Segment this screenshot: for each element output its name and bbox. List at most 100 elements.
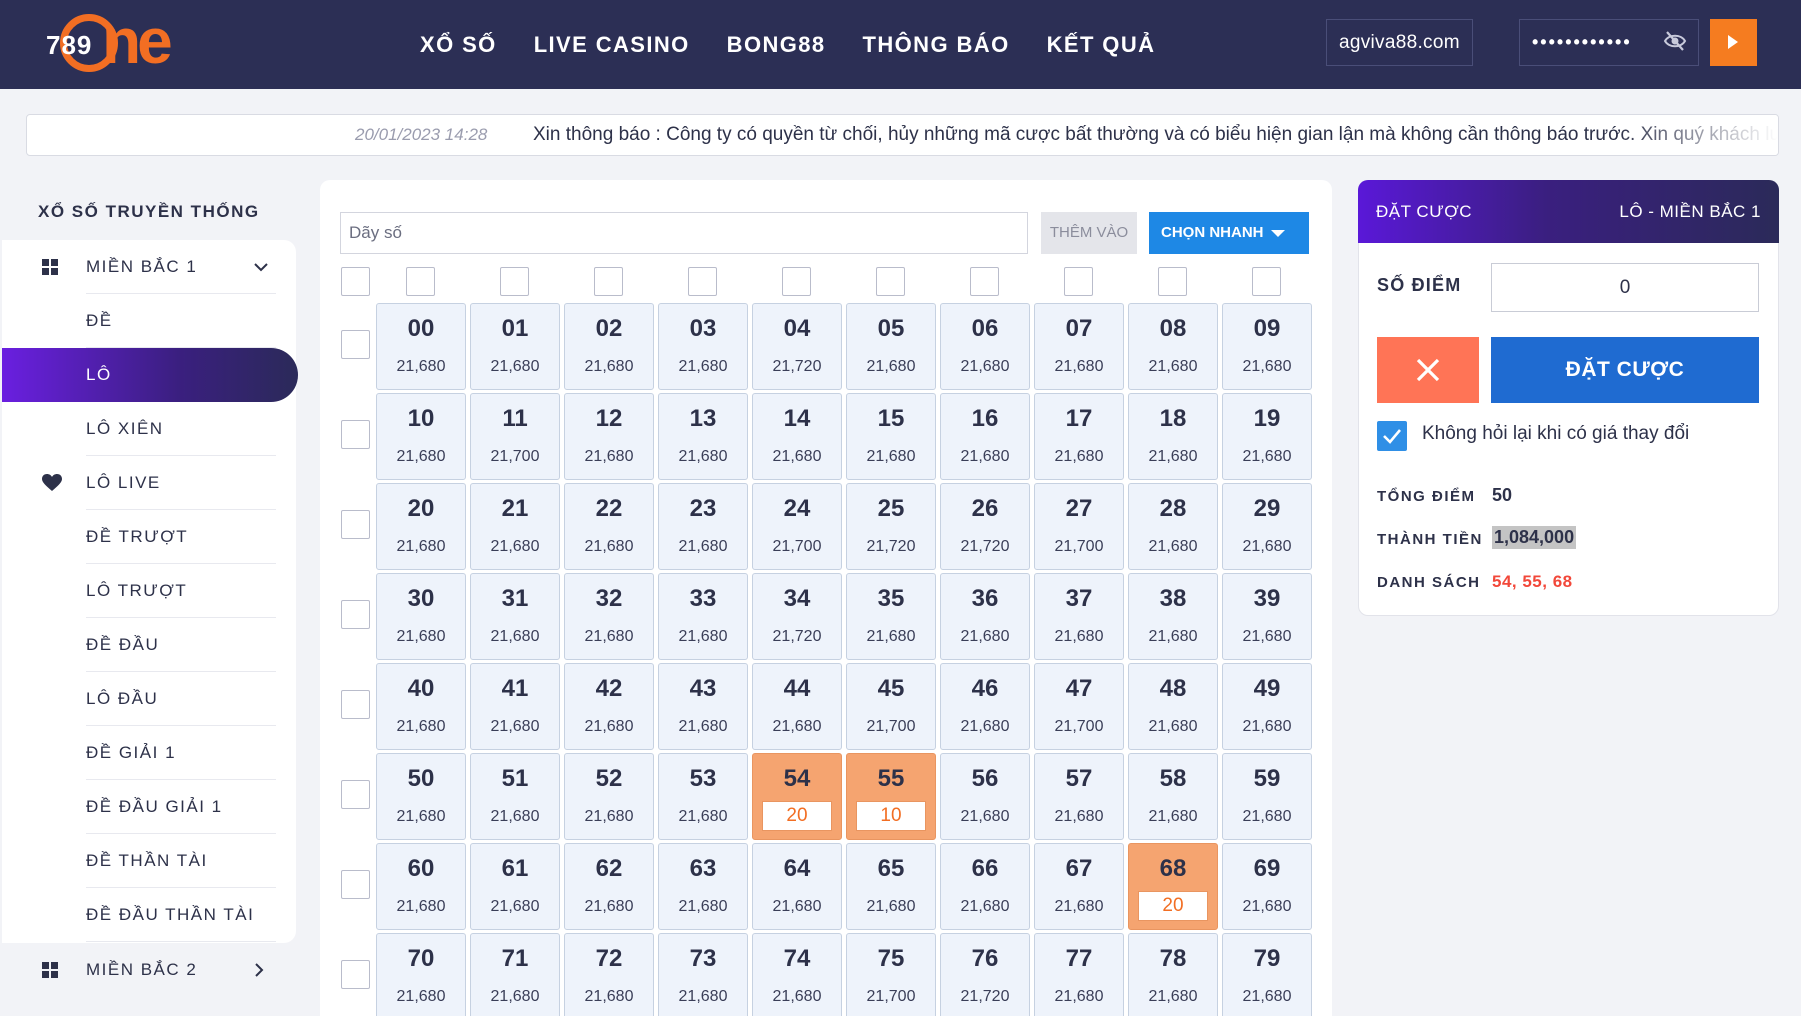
number-cell-00[interactable]: 00 21,680 (376, 303, 466, 390)
number-cell-46[interactable]: 46 21,680 (940, 663, 1030, 750)
bet-amount-input[interactable]: 20 (1138, 891, 1208, 921)
number-cell-13[interactable]: 13 21,680 (658, 393, 748, 480)
number-cell-55[interactable]: 55 10 (846, 753, 936, 840)
number-cell-02[interactable]: 02 21,680 (564, 303, 654, 390)
number-cell-36[interactable]: 36 21,680 (940, 573, 1030, 660)
column-checkbox[interactable] (876, 267, 905, 296)
points-input[interactable]: 0 (1491, 263, 1759, 312)
number-cell-29[interactable]: 29 21,680 (1222, 483, 1312, 570)
column-checkbox[interactable] (970, 267, 999, 296)
column-checkbox[interactable] (1252, 267, 1281, 296)
number-cell-72[interactable]: 72 21,680 (564, 933, 654, 1016)
confirm-checkbox[interactable] (1377, 421, 1407, 451)
sidebar-item-de-dau-than-tai[interactable]: ĐỀ ĐẦU THẦN TÀI (2, 888, 296, 942)
number-cell-26[interactable]: 26 21,720 (940, 483, 1030, 570)
select-all-checkbox[interactable] (341, 267, 370, 296)
username-input[interactable]: agviva88.com (1326, 19, 1473, 66)
sidebar-item-de-dau-giai-1[interactable]: ĐỀ ĐẦU GIẢI 1 (2, 780, 296, 834)
number-cell-09[interactable]: 09 21,680 (1222, 303, 1312, 390)
number-cell-23[interactable]: 23 21,680 (658, 483, 748, 570)
add-button[interactable]: THÊM VÀO (1041, 212, 1137, 254)
number-cell-66[interactable]: 66 21,680 (940, 843, 1030, 930)
number-cell-38[interactable]: 38 21,680 (1128, 573, 1218, 660)
number-cell-41[interactable]: 41 21,680 (470, 663, 560, 750)
number-cell-79[interactable]: 79 21,680 (1222, 933, 1312, 1016)
number-cell-24[interactable]: 24 21,700 (752, 483, 842, 570)
number-cell-53[interactable]: 53 21,680 (658, 753, 748, 840)
number-cell-64[interactable]: 64 21,680 (752, 843, 842, 930)
number-cell-51[interactable]: 51 21,680 (470, 753, 560, 840)
number-cell-47[interactable]: 47 21,700 (1034, 663, 1124, 750)
eye-off-icon[interactable] (1663, 30, 1687, 52)
column-checkbox[interactable] (594, 267, 623, 296)
column-checkbox[interactable] (406, 267, 435, 296)
number-cell-30[interactable]: 30 21,680 (376, 573, 466, 660)
number-cell-48[interactable]: 48 21,680 (1128, 663, 1218, 750)
number-cell-59[interactable]: 59 21,680 (1222, 753, 1312, 840)
number-cell-63[interactable]: 63 21,680 (658, 843, 748, 930)
number-cell-65[interactable]: 65 21,680 (846, 843, 936, 930)
number-cell-74[interactable]: 74 21,680 (752, 933, 842, 1016)
number-cell-40[interactable]: 40 21,680 (376, 663, 466, 750)
column-checkbox[interactable] (1064, 267, 1093, 296)
number-cell-18[interactable]: 18 21,680 (1128, 393, 1218, 480)
sidebar-item-lo-dau[interactable]: LÔ ĐẦU (2, 672, 296, 726)
nav-thong-bao[interactable]: THÔNG BÁO (863, 32, 1010, 58)
number-cell-03[interactable]: 03 21,680 (658, 303, 748, 390)
number-cell-37[interactable]: 37 21,680 (1034, 573, 1124, 660)
sidebar-item-lo-live[interactable]: LÔ LIVE (2, 456, 296, 510)
sidebar-item-de-dau[interactable]: ĐỀ ĐẦU (2, 618, 296, 672)
number-cell-32[interactable]: 32 21,680 (564, 573, 654, 660)
bet-amount-input[interactable]: 20 (762, 801, 832, 831)
number-cell-20[interactable]: 20 21,680 (376, 483, 466, 570)
sidebar-item-de-giai-1[interactable]: ĐỀ GIẢI 1 (2, 726, 296, 780)
number-cell-49[interactable]: 49 21,680 (1222, 663, 1312, 750)
row-checkbox[interactable] (341, 780, 370, 809)
sidebar-item-de-truot[interactable]: ĐỀ TRƯỢT (2, 510, 296, 564)
number-cell-70[interactable]: 70 21,680 (376, 933, 466, 1016)
number-cell-62[interactable]: 62 21,680 (564, 843, 654, 930)
number-cell-17[interactable]: 17 21,680 (1034, 393, 1124, 480)
number-cell-22[interactable]: 22 21,680 (564, 483, 654, 570)
number-cell-28[interactable]: 28 21,680 (1128, 483, 1218, 570)
row-checkbox[interactable] (341, 510, 370, 539)
number-cell-07[interactable]: 07 21,680 (1034, 303, 1124, 390)
nav-ket-qua[interactable]: KẾT QUẢ (1047, 32, 1156, 58)
number-cell-10[interactable]: 10 21,680 (376, 393, 466, 480)
sidebar-item-lo-xien[interactable]: LÔ XIÊN (2, 402, 296, 456)
column-checkbox[interactable] (500, 267, 529, 296)
number-cell-16[interactable]: 16 21,680 (940, 393, 1030, 480)
number-cell-69[interactable]: 69 21,680 (1222, 843, 1312, 930)
column-checkbox[interactable] (1158, 267, 1187, 296)
bet-amount-input[interactable]: 10 (856, 801, 926, 831)
row-checkbox[interactable] (341, 960, 370, 989)
number-cell-33[interactable]: 33 21,680 (658, 573, 748, 660)
number-cell-34[interactable]: 34 21,720 (752, 573, 842, 660)
nav-live-casino[interactable]: LIVE CASINO (534, 32, 690, 58)
number-cell-27[interactable]: 27 21,700 (1034, 483, 1124, 570)
row-checkbox[interactable] (341, 420, 370, 449)
number-cell-52[interactable]: 52 21,680 (564, 753, 654, 840)
number-cell-44[interactable]: 44 21,680 (752, 663, 842, 750)
number-cell-35[interactable]: 35 21,680 (846, 573, 936, 660)
number-cell-50[interactable]: 50 21,680 (376, 753, 466, 840)
number-cell-76[interactable]: 76 21,720 (940, 933, 1030, 1016)
number-cell-15[interactable]: 15 21,680 (846, 393, 936, 480)
row-checkbox[interactable] (341, 330, 370, 359)
number-cell-31[interactable]: 31 21,680 (470, 573, 560, 660)
number-cell-39[interactable]: 39 21,680 (1222, 573, 1312, 660)
number-cell-57[interactable]: 57 21,680 (1034, 753, 1124, 840)
sidebar-item-lo[interactable]: LÔ (2, 348, 298, 402)
row-checkbox[interactable] (341, 690, 370, 719)
number-cell-60[interactable]: 60 21,680 (376, 843, 466, 930)
column-checkbox[interactable] (782, 267, 811, 296)
number-cell-54[interactable]: 54 20 (752, 753, 842, 840)
number-cell-75[interactable]: 75 21,700 (846, 933, 936, 1016)
number-cell-73[interactable]: 73 21,680 (658, 933, 748, 1016)
sidebar-item-de-than-tai[interactable]: ĐỀ THẦN TÀI (2, 834, 296, 888)
number-cell-43[interactable]: 43 21,680 (658, 663, 748, 750)
place-bet-button[interactable]: ĐẶT CƯỢC (1491, 337, 1759, 403)
column-checkbox[interactable] (688, 267, 717, 296)
number-cell-14[interactable]: 14 21,680 (752, 393, 842, 480)
number-cell-58[interactable]: 58 21,680 (1128, 753, 1218, 840)
